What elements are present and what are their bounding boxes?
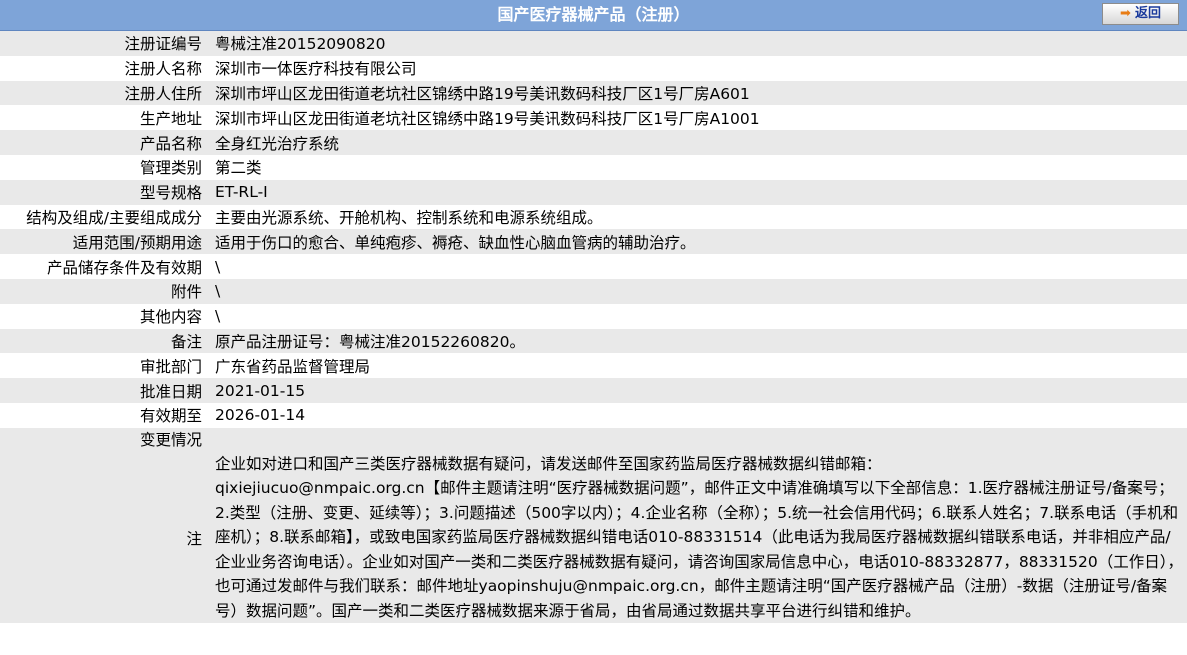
row-label: 审批部门 (0, 353, 207, 379)
row-label: 批准日期 (0, 378, 207, 403)
row-label: 备注 (0, 328, 207, 354)
row-value (207, 427, 1187, 452)
correction-email-link[interactable]: qixiejiucuo@nmpaic.org.cn (215, 479, 425, 497)
row-label: 注册证编号 (0, 31, 207, 56)
row-value: 适用于伤口的愈合、单纯疱疹、褥疮、缺血性心脑血管病的辅助治疗。 (207, 229, 1187, 255)
row-value: 2026-01-14 (207, 402, 1187, 428)
right-arrow-icon: ➡ (1120, 6, 1131, 21)
table-row: 适用范围/预期用途 适用于伤口的愈合、单纯疱疹、褥疮、缺血性心脑血管病的辅助治疗。 (0, 229, 1187, 255)
row-label: 有效期至 (0, 402, 207, 428)
row-value: 深圳市坪山区龙田街道老坑社区锦绣中路19号美讯数码科技厂区1号厂房A1001 (207, 105, 1187, 131)
table-row: 批准日期 2021-01-15 (0, 378, 1187, 403)
row-label: 变更情况 (0, 427, 207, 452)
row-value: \ (207, 303, 1187, 329)
row-label: 注册人住所 (0, 80, 207, 106)
info-table: 注册证编号 粤械注准20152090820 注册人名称 深圳市一体医疗科技有限公司 注册… (0, 31, 1187, 624)
row-value: \ (207, 278, 1187, 304)
row-label: 生产地址 (0, 105, 207, 131)
row-value: 全身红光治疗系统 (207, 130, 1187, 155)
row-value: 第二类 (207, 154, 1187, 180)
back-button[interactable]: ➡ 返回 (1102, 3, 1179, 25)
note-paragraph-1: 企业如对进口和国产三类医疗器械数据有疑问，请发送邮件至国家药监局医疗器械数据纠错… (215, 454, 882, 473)
row-value: 广东省药品监督管理局 (207, 353, 1187, 379)
page: 国产医疗器械产品（注册） ➡ 返回 注册证编号 粤械注准20152090820 注册… (0, 0, 1187, 655)
table-row: 备注 原产品注册证号：粤械注准20152260820。 (0, 328, 1187, 354)
header-bar: 国产医疗器械产品（注册） ➡ 返回 (0, 0, 1187, 31)
row-value: ET-RL-I (207, 179, 1187, 205)
table-row: 注册人住所 深圳市坪山区龙田街道老坑社区锦绣中路19号美讯数码科技厂区1号厂房A6… (0, 80, 1187, 106)
row-value: 原产品注册证号：粤械注准20152260820。 (207, 328, 1187, 354)
row-value: 2021-01-15 (207, 378, 1187, 403)
table-row: 生产地址 深圳市坪山区龙田街道老坑社区锦绣中路19号美讯数码科技厂区1号厂房A10… (0, 105, 1187, 131)
table-row: 其他内容 \ (0, 303, 1187, 329)
change-row: 变更情况 (0, 427, 1187, 452)
table-row: 产品储存条件及有效期 \ (0, 254, 1187, 279)
row-value: 深圳市一体医疗科技有限公司 (207, 55, 1187, 81)
row-value: \ (207, 254, 1187, 279)
data-email-link[interactable]: yaopinshuju@nmpaic.org.cn (479, 577, 699, 595)
row-label: 其他内容 (0, 303, 207, 329)
table-row: 审批部门 广东省药品监督管理局 (0, 353, 1187, 379)
row-label: 结构及组成/主要组成成分 (0, 204, 207, 230)
back-button-label: 返回 (1134, 6, 1161, 21)
row-value: 深圳市坪山区龙田街道老坑社区锦绣中路19号美讯数码科技厂区1号厂房A601 (207, 80, 1187, 106)
note-text: 企业如对进口和国产三类医疗器械数据有疑问，请发送邮件至国家药监局医疗器械数据纠错… (207, 451, 1187, 624)
table-row: 管理类别 第二类 (0, 154, 1187, 180)
row-label: 适用范围/预期用途 (0, 229, 207, 255)
row-label: 附件 (0, 278, 207, 304)
table-row: 产品名称 全身红光治疗系统 (0, 130, 1187, 155)
row-value: 主要由光源系统、开舱机构、控制系统和电源系统组成。 (207, 204, 1187, 230)
table-row: 注册证编号 粤械注准20152090820 (0, 31, 1187, 56)
table-row: 注册人名称 深圳市一体医疗科技有限公司 (0, 55, 1187, 81)
table-row: 有效期至 2026-01-14 (0, 402, 1187, 428)
table-row: 附件 \ (0, 278, 1187, 304)
table-row: 结构及组成/主要组成成分 主要由光源系统、开舱机构、控制系统和电源系统组成。 (0, 204, 1187, 230)
row-label: 管理类别 (0, 154, 207, 180)
note-label: 注 (0, 451, 207, 624)
table-row: 型号规格 ET-RL-I (0, 179, 1187, 205)
row-value: 粤械注准20152090820 (207, 31, 1187, 56)
row-label: 注册人名称 (0, 55, 207, 81)
note-row: 注 企业如对进口和国产三类医疗器械数据有疑问，请发送邮件至国家药监局医疗器械数据… (0, 451, 1187, 624)
row-label: 型号规格 (0, 179, 207, 205)
page-title: 国产医疗器械产品（注册） (497, 5, 690, 24)
row-label: 产品储存条件及有效期 (0, 254, 207, 279)
row-label: 产品名称 (0, 130, 207, 155)
